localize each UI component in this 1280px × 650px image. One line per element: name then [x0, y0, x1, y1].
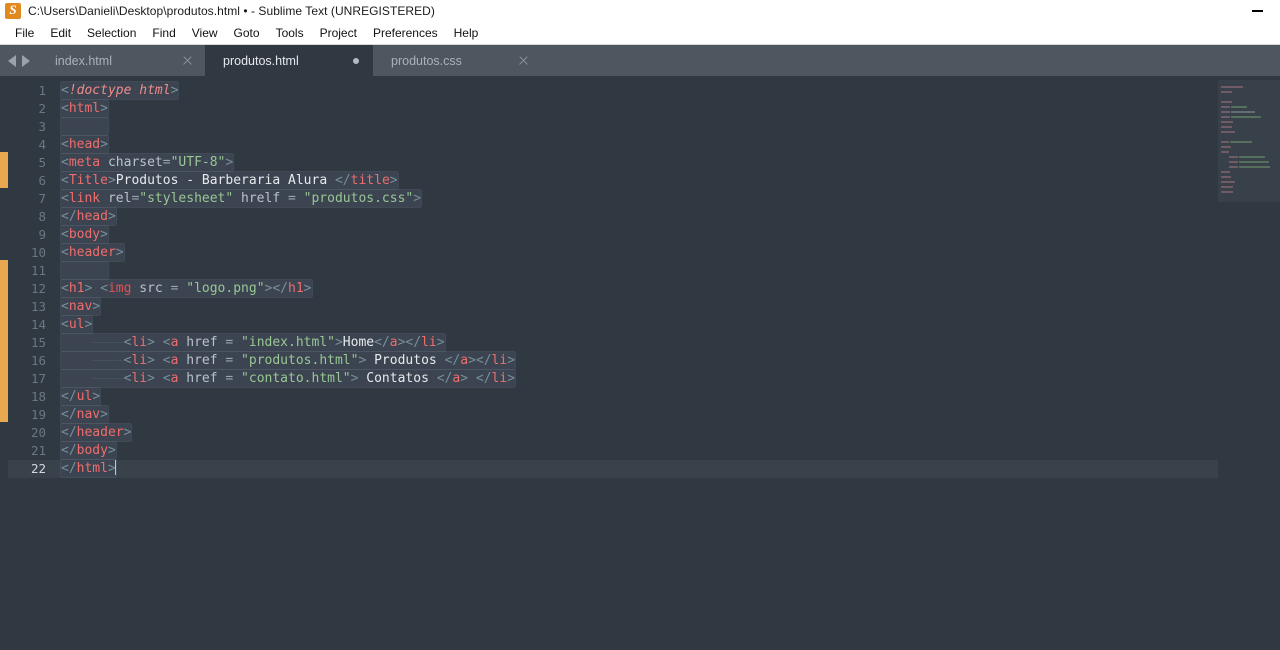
line-number: 15 [30, 335, 46, 350]
code-line-10[interactable]: <header> [55, 244, 1280, 262]
line-number: 13 [30, 299, 46, 314]
code-line-4[interactable]: <head> [55, 136, 1280, 154]
code-line-5[interactable]: <meta·charset="UTF-8"> [55, 154, 1280, 172]
line-number: 19 [30, 407, 46, 422]
close-icon[interactable] [517, 54, 531, 68]
minimize-icon [1251, 10, 1263, 12]
menu-item-help[interactable]: Help [446, 23, 487, 43]
modified-marker [0, 152, 8, 188]
editor-pane[interactable]: 1 2 3 4 5 6 7 8 9 10 11 12 13 14 15 16 1… [0, 76, 1280, 650]
tab-navigation [0, 45, 37, 76]
line-number: 14 [30, 317, 46, 332]
line-number: 20 [30, 425, 46, 440]
line-number: 21 [30, 443, 46, 458]
code-line-9[interactable]: <body> [55, 226, 1280, 244]
code-line-7[interactable]: <link·rel="stylesheet"·hrelf·=·"produtos… [55, 190, 1280, 208]
code-line-13[interactable]: <nav> [55, 298, 1280, 316]
code-line-21[interactable]: </body> [55, 442, 1280, 460]
next-tab-arrow-icon[interactable] [22, 54, 30, 67]
code-line-19[interactable]: </nav> [55, 406, 1280, 424]
code-line-1[interactable]: <!doctype·html> [55, 82, 1280, 100]
code-line-2[interactable]: <html> [55, 100, 1280, 118]
code-line-18[interactable]: </ul> [55, 388, 1280, 406]
window-title: C:\Users\Danieli\Desktop\produtos.html •… [28, 4, 435, 18]
close-icon[interactable] [181, 54, 195, 68]
line-number: 4 [38, 137, 46, 152]
tab-label: produtos.css [391, 53, 462, 68]
modified-lines-strip [0, 76, 8, 650]
tab-index-html[interactable]: index.html [37, 45, 205, 76]
line-number: 16 [30, 353, 46, 368]
code-line-15[interactable]: ————<li>·<a·href·=·"index.html">Home</a>… [55, 334, 1280, 352]
menu-item-selection[interactable]: Selection [79, 23, 144, 43]
code-line-20[interactable]: </header> [55, 424, 1280, 442]
code-line-16[interactable]: ————<li>·<a·href·=·"produtos.html">·Prod… [55, 352, 1280, 370]
title-bar: C:\Users\Danieli\Desktop\produtos.html •… [0, 0, 1280, 22]
menu-item-tools[interactable]: Tools [268, 23, 312, 43]
line-number: 18 [30, 389, 46, 404]
code-line-14[interactable]: <ul> [55, 316, 1280, 334]
code-line-6[interactable]: <Title>Produtos·-·Barberaria·Alura·</tit… [55, 172, 1280, 190]
line-number-gutter: 1 2 3 4 5 6 7 8 9 10 11 12 13 14 15 16 1… [8, 76, 55, 650]
line-number: 8 [38, 209, 46, 224]
line-number: 6 [38, 173, 46, 188]
code-minimap[interactable] [1218, 76, 1280, 650]
menu-item-find[interactable]: Find [144, 23, 183, 43]
code-text-area[interactable]: <!doctype·html> <html> <head> <meta·char… [55, 76, 1280, 650]
line-number: 7 [38, 191, 46, 206]
line-number: 2 [38, 101, 46, 116]
window-controls [1234, 0, 1280, 22]
tab-bar: index.html produtos.html produtos.css [0, 45, 1280, 76]
code-line-22[interactable]: </html> [55, 460, 1280, 478]
line-number: 17 [30, 371, 46, 386]
tab-label: produtos.html [223, 53, 299, 68]
menu-item-goto[interactable]: Goto [226, 23, 268, 43]
code-line-17[interactable]: ————<li>·<a·href·=·"contato.html">·Conta… [55, 370, 1280, 388]
line-number: 11 [30, 263, 46, 278]
line-number: 1 [38, 83, 46, 98]
line-number-current: 22 [8, 460, 55, 478]
code-line-8[interactable]: </head> [55, 208, 1280, 226]
tab-produtos-html[interactable]: produtos.html [205, 45, 373, 76]
unsaved-dot-icon[interactable] [349, 54, 363, 68]
line-number: 12 [30, 281, 46, 296]
tab-produtos-css[interactable]: produtos.css [373, 45, 541, 76]
menu-item-project[interactable]: Project [312, 23, 365, 43]
minimap-viewport[interactable] [1218, 80, 1280, 202]
minimize-button[interactable] [1234, 0, 1280, 22]
text-cursor [114, 460, 117, 475]
code-line-12[interactable]: <h1>·<img·src·=·"logo.png"></h1> [55, 280, 1280, 298]
code-line-11[interactable] [55, 262, 1280, 280]
menu-item-edit[interactable]: Edit [42, 23, 79, 43]
menu-bar: File Edit Selection Find View Goto Tools… [0, 22, 1280, 45]
menu-item-file[interactable]: File [7, 23, 42, 43]
sublime-text-icon [5, 2, 21, 19]
code-line-3[interactable] [55, 118, 1280, 136]
line-number: 3 [38, 119, 46, 134]
prev-tab-arrow-icon[interactable] [8, 54, 16, 67]
line-number: 10 [30, 245, 46, 260]
line-number: 9 [38, 227, 46, 242]
modified-marker [0, 260, 8, 422]
tab-label: index.html [55, 53, 112, 68]
menu-item-view[interactable]: View [184, 23, 226, 43]
line-number: 5 [38, 155, 46, 170]
menu-item-preferences[interactable]: Preferences [365, 23, 446, 43]
